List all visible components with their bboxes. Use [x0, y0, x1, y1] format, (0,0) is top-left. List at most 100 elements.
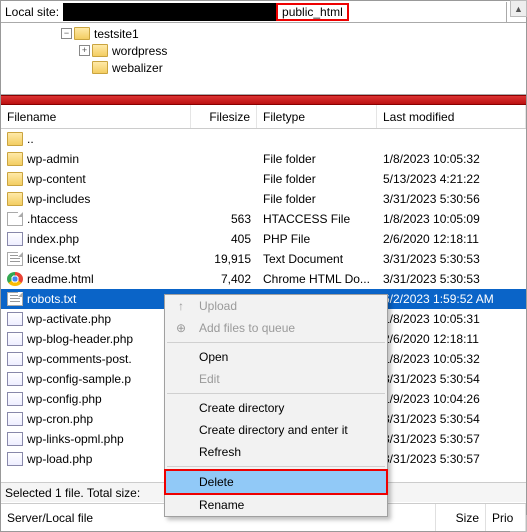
folder-icon [7, 192, 23, 206]
tree-item[interactable]: + wordpress [1, 42, 526, 59]
file-modified: 2/6/2020 12:18:11 [377, 332, 526, 346]
menu-open[interactable]: Open [165, 346, 387, 368]
file-name: readme.html [27, 272, 94, 286]
col-size[interactable]: Size [436, 504, 486, 531]
file-modified: 2/6/2020 12:18:11 [377, 232, 526, 246]
tree-label: testsite1 [92, 27, 139, 41]
menu-edit[interactable]: Edit [165, 368, 387, 390]
tree-label: webalizer [110, 61, 163, 75]
menu-separator [167, 342, 385, 343]
php-icon [7, 232, 23, 246]
php-icon [7, 332, 23, 346]
php-icon [7, 392, 23, 406]
file-row[interactable]: readme.html7,402Chrome HTML Do...3/31/20… [1, 269, 526, 289]
file-row[interactable]: wp-content File folder5/13/2023 4:21:22 [1, 169, 526, 189]
file-name: .htaccess [27, 212, 78, 226]
php-icon [7, 352, 23, 366]
menu-create-dir[interactable]: Create directory [165, 397, 387, 419]
status-text: Selected 1 file. Total size: [5, 486, 140, 500]
file-modified: 3/31/2023 5:30:54 [377, 372, 526, 386]
tree-item[interactable]: − testsite1 [1, 25, 526, 42]
php-icon [7, 312, 23, 326]
col-filetype[interactable]: Filetype [257, 105, 377, 128]
tree-label: wordpress [110, 44, 167, 58]
file-name: wp-blog-header.php [27, 332, 133, 346]
file-modified: 1/8/2023 10:05:09 [377, 212, 526, 226]
file-name: wp-links-opml.php [27, 432, 124, 446]
local-site-bar: Local site: public_html [1, 1, 526, 23]
context-menu: ↑ Upload ⊕ Add files to queue Open Edit … [164, 294, 388, 517]
upload-icon: ↑ [173, 298, 189, 314]
path-redacted [63, 3, 278, 21]
file-modified: 6/2/2023 1:59:52 AM [377, 292, 526, 306]
menu-separator [167, 466, 385, 467]
file-modified: 5/13/2023 4:21:22 [377, 172, 526, 186]
chrome-icon [7, 272, 23, 286]
file-modified: 1/8/2023 10:05:31 [377, 312, 526, 326]
col-prio[interactable]: Prio [486, 504, 526, 531]
file-row[interactable]: wp-admin File folder1/8/2023 10:05:32 [1, 149, 526, 169]
php-icon [7, 412, 23, 426]
file-row[interactable]: wp-includes File folder3/31/2023 5:30:56 [1, 189, 526, 209]
folder-icon [74, 27, 90, 40]
file-modified: 3/31/2023 5:30:53 [377, 252, 526, 266]
folder-icon [7, 172, 23, 186]
no-expander [79, 62, 90, 73]
php-icon [7, 452, 23, 466]
file-size: 19,915 [191, 252, 257, 266]
file-name: wp-config.php [27, 392, 102, 406]
file-name: wp-content [27, 172, 86, 186]
file-row[interactable]: .. [1, 129, 526, 149]
file-modified: 3/31/2023 5:30:56 [377, 192, 526, 206]
txt-icon [7, 292, 23, 306]
file-name: wp-load.php [27, 452, 92, 466]
file-modified: 1/9/2023 10:04:26 [377, 392, 526, 406]
file-name: wp-cron.php [27, 412, 93, 426]
file-name: wp-includes [27, 192, 90, 206]
expand-icon[interactable]: + [79, 45, 90, 56]
file-name: index.php [27, 232, 79, 246]
file-modified: 3/31/2023 5:30:54 [377, 412, 526, 426]
file-type: Text Document [257, 252, 377, 266]
col-lastmod[interactable]: Last modified [377, 105, 526, 128]
file-name: license.txt [27, 252, 80, 266]
file-icon [7, 212, 23, 226]
menu-separator [167, 393, 385, 394]
file-type: Chrome HTML Do... [257, 272, 377, 286]
file-list-header: Filename Filesize Filetype Last modified [1, 105, 526, 129]
file-name: wp-config-sample.p [27, 372, 131, 386]
menu-add-queue[interactable]: ⊕ Add files to queue [165, 317, 387, 339]
file-row[interactable]: .htaccess 563HTACCESS File1/8/2023 10:05:… [1, 209, 526, 229]
folder-tree[interactable]: − testsite1 + wordpress webalizer ▲ ▼ [1, 23, 526, 95]
folder-icon [92, 61, 108, 74]
local-site-label: Local site: [1, 5, 63, 19]
file-type: File folder [257, 192, 377, 206]
file-type: HTACCESS File [257, 212, 377, 226]
col-filesize[interactable]: Filesize [191, 105, 257, 128]
file-row[interactable]: index.php 405PHP File2/6/2020 12:18:11 [1, 229, 526, 249]
file-size: 405 [191, 232, 257, 246]
file-name: wp-comments-post. [27, 352, 132, 366]
collapse-icon[interactable]: − [61, 28, 72, 39]
menu-delete[interactable]: Delete [164, 469, 388, 495]
file-type: PHP File [257, 232, 377, 246]
folder-icon [92, 44, 108, 57]
col-filename[interactable]: Filename [1, 105, 191, 128]
file-row[interactable]: license.txt 19,915Text Document3/31/2023 … [1, 249, 526, 269]
folder-icon [7, 132, 23, 146]
file-type: File folder [257, 152, 377, 166]
file-type: File folder [257, 172, 377, 186]
menu-upload[interactable]: ↑ Upload [165, 295, 387, 317]
file-modified: 3/31/2023 5:30:57 [377, 452, 526, 466]
menu-create-dir-enter[interactable]: Create directory and enter it [165, 419, 387, 441]
menu-rename[interactable]: Rename [165, 494, 387, 516]
file-modified: 1/8/2023 10:05:32 [377, 152, 526, 166]
file-modified: 3/31/2023 5:30:57 [377, 432, 526, 446]
menu-refresh[interactable]: Refresh [165, 441, 387, 463]
folder-icon [7, 152, 23, 166]
file-name: wp-admin [27, 152, 79, 166]
file-modified: 3/31/2023 5:30:53 [377, 272, 526, 286]
tree-item[interactable]: webalizer [1, 59, 526, 76]
divider-bar [1, 95, 526, 105]
file-size: 563 [191, 212, 257, 226]
